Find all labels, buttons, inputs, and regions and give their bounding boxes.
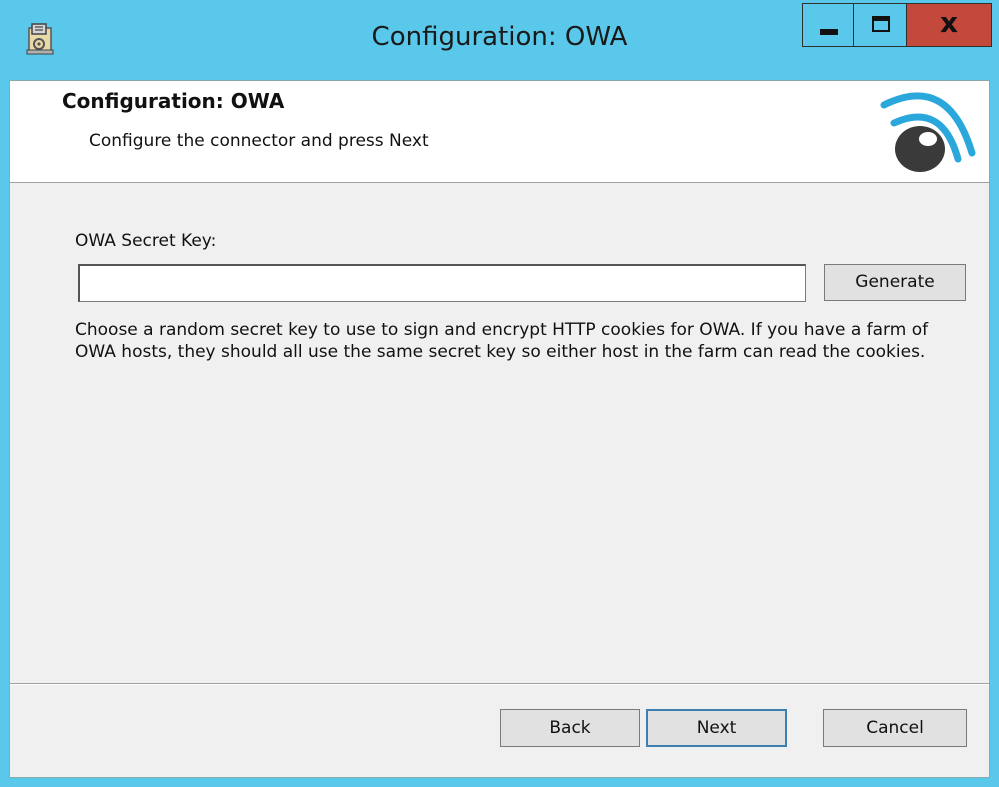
secret-key-description: Choose a random secret key to use to sig…	[75, 320, 929, 362]
title-bar[interactable]: Configuration: OWA x	[0, 0, 999, 80]
secret-key-input[interactable]	[78, 264, 806, 302]
close-button[interactable]: x	[906, 3, 992, 47]
dialog-client-area: Configuration: OWA Configure the connect…	[9, 80, 990, 778]
maximize-button[interactable]	[853, 3, 907, 47]
signal-logo-icon	[880, 92, 976, 172]
next-button[interactable]: Next	[646, 709, 787, 747]
generate-button[interactable]: Generate	[824, 264, 966, 301]
page-subtitle: Configure the connector and press Next	[89, 131, 429, 151]
minimize-button[interactable]	[802, 3, 854, 47]
secret-key-label: OWA Secret Key:	[75, 231, 217, 251]
installer-window: Configuration: OWA x Configuration: OWA …	[0, 0, 999, 787]
maximize-icon	[872, 16, 890, 32]
page-title: Configuration: OWA	[62, 89, 285, 113]
close-icon: x	[939, 6, 959, 39]
back-button[interactable]: Back	[500, 709, 640, 747]
footer-divider	[10, 683, 989, 685]
cancel-button[interactable]: Cancel	[823, 709, 967, 747]
minimize-icon	[820, 29, 838, 35]
header-banner: Configuration: OWA Configure the connect…	[10, 81, 989, 183]
